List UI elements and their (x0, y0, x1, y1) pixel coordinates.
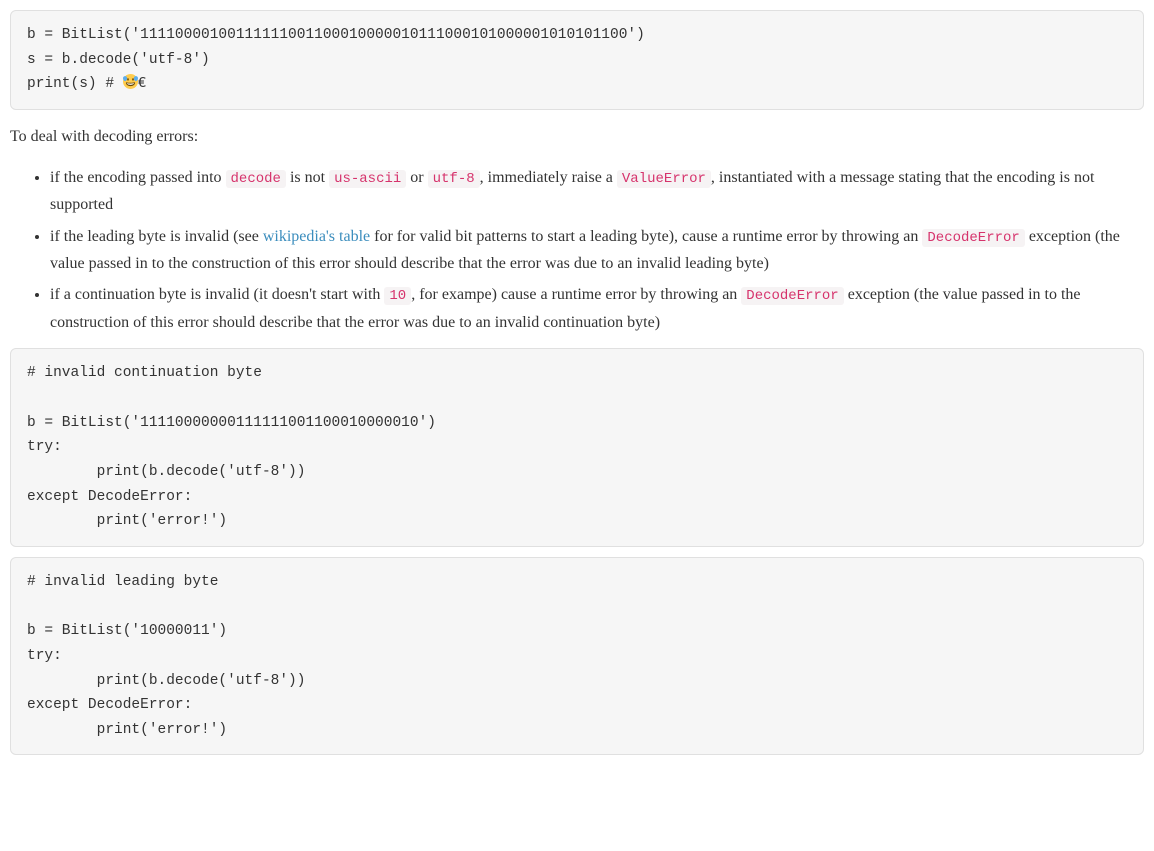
code-example-invalid-continuation: # invalid continuation byte b = BitList(… (10, 348, 1144, 546)
intro-paragraph: To deal with decoding errors: (10, 124, 1144, 150)
text-segment: , immediately raise a (480, 169, 617, 186)
inline-code: DecodeError (922, 229, 1024, 247)
inline-code: ValueError (617, 170, 711, 188)
error-handling-list: if the encoding passed into decode is no… (10, 164, 1144, 337)
list-item: if the leading byte is invalid (see wiki… (50, 223, 1144, 278)
laughing-emoji-icon (123, 74, 138, 89)
inline-code: utf-8 (428, 170, 480, 188)
text-segment: is not (286, 169, 329, 186)
wikipedia-link[interactable]: wikipedia's table (263, 228, 370, 245)
inline-code: us-ascii (329, 170, 406, 188)
text-segment: if a continuation byte is invalid (it do… (50, 286, 384, 303)
text-segment: , for exampe) cause a runtime error by t… (411, 286, 741, 303)
text-segment: for for valid bit patterns to start a le… (370, 228, 922, 245)
code-text-tail: € (138, 76, 147, 92)
code-text: b = BitList('111100001001111110011000100… (27, 27, 645, 92)
list-item: if the encoding passed into decode is no… (50, 164, 1144, 219)
code-example-decode: b = BitList('111100001001111110011000100… (10, 10, 1144, 110)
inline-code: DecodeError (741, 287, 843, 305)
text-segment: or (406, 169, 427, 186)
text-segment: if the leading byte is invalid (see (50, 228, 263, 245)
text-segment: if the encoding passed into (50, 169, 226, 186)
code-example-invalid-leading: # invalid leading byte b = BitList('1000… (10, 557, 1144, 755)
inline-code: 10 (384, 287, 411, 305)
list-item: if a continuation byte is invalid (it do… (50, 281, 1144, 336)
inline-code: decode (226, 170, 286, 188)
